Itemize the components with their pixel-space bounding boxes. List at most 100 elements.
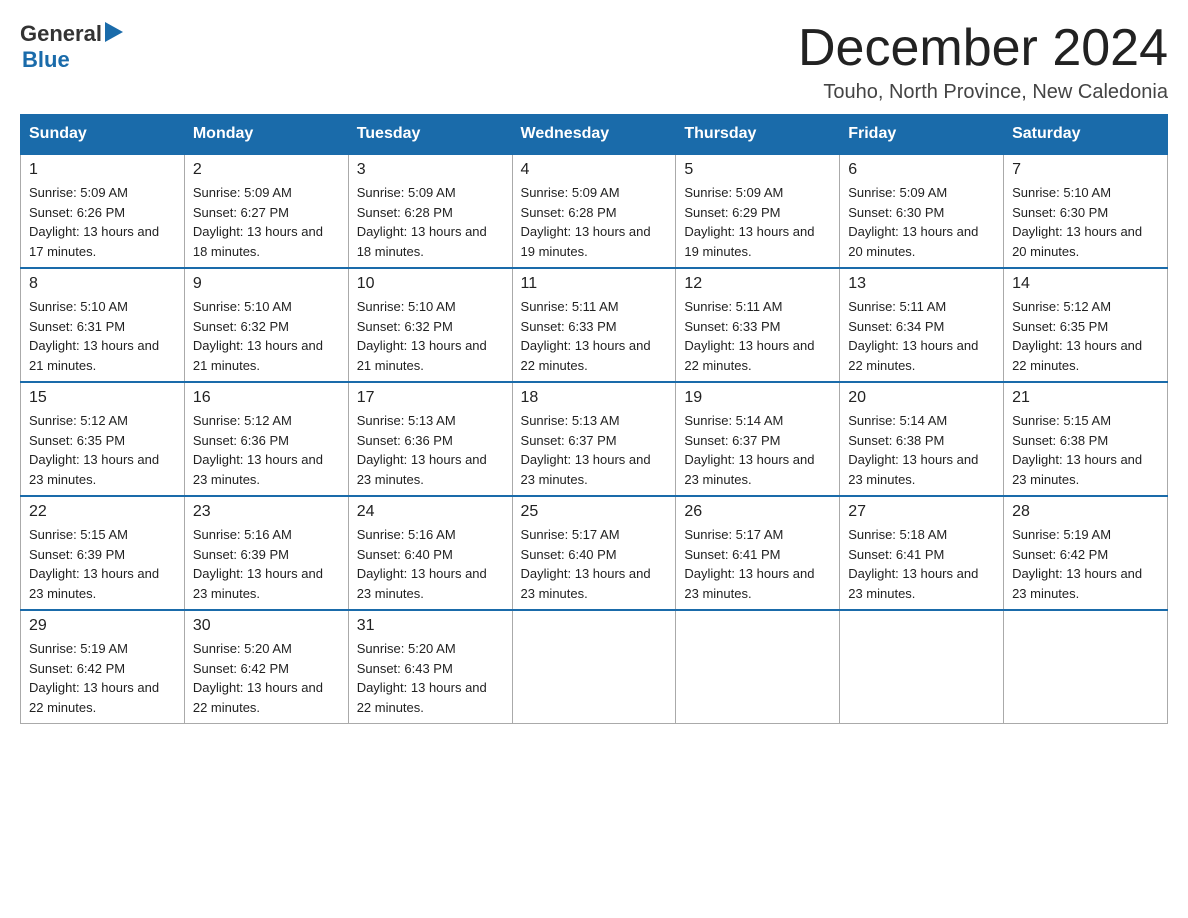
calendar-day-cell: 3 Sunrise: 5:09 AMSunset: 6:28 PMDayligh… bbox=[348, 154, 512, 268]
calendar-day-cell: 21 Sunrise: 5:15 AMSunset: 6:38 PMDaylig… bbox=[1004, 382, 1168, 496]
title-block: December 2024 Touho, North Province, New… bbox=[798, 20, 1168, 104]
day-number: 31 bbox=[357, 617, 504, 635]
day-number: 20 bbox=[848, 389, 995, 407]
day-number: 23 bbox=[193, 503, 340, 521]
calendar-day-cell bbox=[1004, 610, 1168, 724]
calendar-day-cell: 17 Sunrise: 5:13 AMSunset: 6:36 PMDaylig… bbox=[348, 382, 512, 496]
day-info: Sunrise: 5:12 AMSunset: 6:36 PMDaylight:… bbox=[193, 411, 340, 489]
day-number: 29 bbox=[29, 617, 176, 635]
logo-general-text: General bbox=[20, 21, 102, 47]
day-number: 3 bbox=[357, 161, 504, 179]
logo-blue-text: Blue bbox=[22, 47, 123, 73]
day-number: 28 bbox=[1012, 503, 1159, 521]
day-number: 21 bbox=[1012, 389, 1159, 407]
day-info: Sunrise: 5:14 AMSunset: 6:38 PMDaylight:… bbox=[848, 411, 995, 489]
calendar-day-cell: 5 Sunrise: 5:09 AMSunset: 6:29 PMDayligh… bbox=[676, 154, 840, 268]
day-info: Sunrise: 5:16 AMSunset: 6:39 PMDaylight:… bbox=[193, 525, 340, 603]
day-info: Sunrise: 5:10 AMSunset: 6:30 PMDaylight:… bbox=[1012, 183, 1159, 261]
calendar-day-cell: 9 Sunrise: 5:10 AMSunset: 6:32 PMDayligh… bbox=[184, 268, 348, 382]
calendar-week-row: 22 Sunrise: 5:15 AMSunset: 6:39 PMDaylig… bbox=[21, 496, 1168, 610]
day-info: Sunrise: 5:15 AMSunset: 6:38 PMDaylight:… bbox=[1012, 411, 1159, 489]
calendar-table: Sunday Monday Tuesday Wednesday Thursday… bbox=[20, 114, 1168, 724]
calendar-day-cell: 8 Sunrise: 5:10 AMSunset: 6:31 PMDayligh… bbox=[21, 268, 185, 382]
day-info: Sunrise: 5:18 AMSunset: 6:41 PMDaylight:… bbox=[848, 525, 995, 603]
day-number: 14 bbox=[1012, 275, 1159, 293]
day-info: Sunrise: 5:11 AMSunset: 6:33 PMDaylight:… bbox=[684, 297, 831, 375]
calendar-day-cell: 12 Sunrise: 5:11 AMSunset: 6:33 PMDaylig… bbox=[676, 268, 840, 382]
page-header: General Blue December 2024 Touho, North … bbox=[20, 20, 1168, 104]
day-number: 1 bbox=[29, 161, 176, 179]
day-number: 24 bbox=[357, 503, 504, 521]
day-info: Sunrise: 5:11 AMSunset: 6:33 PMDaylight:… bbox=[521, 297, 668, 375]
day-info: Sunrise: 5:10 AMSunset: 6:32 PMDaylight:… bbox=[357, 297, 504, 375]
day-info: Sunrise: 5:20 AMSunset: 6:43 PMDaylight:… bbox=[357, 639, 504, 717]
day-number: 19 bbox=[684, 389, 831, 407]
day-number: 25 bbox=[521, 503, 668, 521]
day-number: 9 bbox=[193, 275, 340, 293]
calendar-week-row: 15 Sunrise: 5:12 AMSunset: 6:35 PMDaylig… bbox=[21, 382, 1168, 496]
day-number: 7 bbox=[1012, 161, 1159, 179]
col-saturday: Saturday bbox=[1004, 115, 1168, 155]
location-title: Touho, North Province, New Caledonia bbox=[798, 81, 1168, 104]
day-number: 16 bbox=[193, 389, 340, 407]
day-number: 30 bbox=[193, 617, 340, 635]
calendar-day-cell: 10 Sunrise: 5:10 AMSunset: 6:32 PMDaylig… bbox=[348, 268, 512, 382]
col-thursday: Thursday bbox=[676, 115, 840, 155]
day-number: 8 bbox=[29, 275, 176, 293]
day-info: Sunrise: 5:17 AMSunset: 6:40 PMDaylight:… bbox=[521, 525, 668, 603]
day-number: 10 bbox=[357, 275, 504, 293]
day-number: 4 bbox=[521, 161, 668, 179]
col-wednesday: Wednesday bbox=[512, 115, 676, 155]
calendar-body: 1 Sunrise: 5:09 AMSunset: 6:26 PMDayligh… bbox=[21, 154, 1168, 724]
calendar-day-cell: 4 Sunrise: 5:09 AMSunset: 6:28 PMDayligh… bbox=[512, 154, 676, 268]
calendar-day-cell: 18 Sunrise: 5:13 AMSunset: 6:37 PMDaylig… bbox=[512, 382, 676, 496]
day-number: 12 bbox=[684, 275, 831, 293]
calendar-day-cell: 22 Sunrise: 5:15 AMSunset: 6:39 PMDaylig… bbox=[21, 496, 185, 610]
day-number: 22 bbox=[29, 503, 176, 521]
calendar-day-cell: 1 Sunrise: 5:09 AMSunset: 6:26 PMDayligh… bbox=[21, 154, 185, 268]
day-info: Sunrise: 5:19 AMSunset: 6:42 PMDaylight:… bbox=[1012, 525, 1159, 603]
col-tuesday: Tuesday bbox=[348, 115, 512, 155]
day-info: Sunrise: 5:10 AMSunset: 6:31 PMDaylight:… bbox=[29, 297, 176, 375]
calendar-day-cell: 6 Sunrise: 5:09 AMSunset: 6:30 PMDayligh… bbox=[840, 154, 1004, 268]
calendar-day-cell: 23 Sunrise: 5:16 AMSunset: 6:39 PMDaylig… bbox=[184, 496, 348, 610]
day-number: 13 bbox=[848, 275, 995, 293]
logo-arrow-icon bbox=[105, 22, 123, 42]
calendar-day-cell: 25 Sunrise: 5:17 AMSunset: 6:40 PMDaylig… bbox=[512, 496, 676, 610]
day-info: Sunrise: 5:11 AMSunset: 6:34 PMDaylight:… bbox=[848, 297, 995, 375]
day-info: Sunrise: 5:09 AMSunset: 6:28 PMDaylight:… bbox=[521, 183, 668, 261]
day-number: 11 bbox=[521, 275, 668, 293]
day-info: Sunrise: 5:15 AMSunset: 6:39 PMDaylight:… bbox=[29, 525, 176, 603]
day-info: Sunrise: 5:09 AMSunset: 6:27 PMDaylight:… bbox=[193, 183, 340, 261]
calendar-week-row: 8 Sunrise: 5:10 AMSunset: 6:31 PMDayligh… bbox=[21, 268, 1168, 382]
calendar-day-cell: 13 Sunrise: 5:11 AMSunset: 6:34 PMDaylig… bbox=[840, 268, 1004, 382]
col-friday: Friday bbox=[840, 115, 1004, 155]
calendar-day-cell: 29 Sunrise: 5:19 AMSunset: 6:42 PMDaylig… bbox=[21, 610, 185, 724]
day-info: Sunrise: 5:09 AMSunset: 6:30 PMDaylight:… bbox=[848, 183, 995, 261]
col-sunday: Sunday bbox=[21, 115, 185, 155]
logo: General Blue bbox=[20, 20, 123, 73]
calendar-day-cell bbox=[840, 610, 1004, 724]
day-info: Sunrise: 5:17 AMSunset: 6:41 PMDaylight:… bbox=[684, 525, 831, 603]
calendar-day-cell: 19 Sunrise: 5:14 AMSunset: 6:37 PMDaylig… bbox=[676, 382, 840, 496]
calendar-day-cell bbox=[676, 610, 840, 724]
day-info: Sunrise: 5:13 AMSunset: 6:37 PMDaylight:… bbox=[521, 411, 668, 489]
day-info: Sunrise: 5:12 AMSunset: 6:35 PMDaylight:… bbox=[1012, 297, 1159, 375]
day-info: Sunrise: 5:13 AMSunset: 6:36 PMDaylight:… bbox=[357, 411, 504, 489]
day-info: Sunrise: 5:09 AMSunset: 6:26 PMDaylight:… bbox=[29, 183, 176, 261]
day-info: Sunrise: 5:20 AMSunset: 6:42 PMDaylight:… bbox=[193, 639, 340, 717]
calendar-day-cell: 20 Sunrise: 5:14 AMSunset: 6:38 PMDaylig… bbox=[840, 382, 1004, 496]
calendar-day-cell bbox=[512, 610, 676, 724]
calendar-day-cell: 24 Sunrise: 5:16 AMSunset: 6:40 PMDaylig… bbox=[348, 496, 512, 610]
day-info: Sunrise: 5:19 AMSunset: 6:42 PMDaylight:… bbox=[29, 639, 176, 717]
day-info: Sunrise: 5:14 AMSunset: 6:37 PMDaylight:… bbox=[684, 411, 831, 489]
col-monday: Monday bbox=[184, 115, 348, 155]
day-number: 5 bbox=[684, 161, 831, 179]
day-info: Sunrise: 5:09 AMSunset: 6:29 PMDaylight:… bbox=[684, 183, 831, 261]
calendar-day-cell: 27 Sunrise: 5:18 AMSunset: 6:41 PMDaylig… bbox=[840, 496, 1004, 610]
calendar-header-row: Sunday Monday Tuesday Wednesday Thursday… bbox=[21, 115, 1168, 155]
day-info: Sunrise: 5:09 AMSunset: 6:28 PMDaylight:… bbox=[357, 183, 504, 261]
calendar-day-cell: 31 Sunrise: 5:20 AMSunset: 6:43 PMDaylig… bbox=[348, 610, 512, 724]
day-number: 6 bbox=[848, 161, 995, 179]
calendar-day-cell: 28 Sunrise: 5:19 AMSunset: 6:42 PMDaylig… bbox=[1004, 496, 1168, 610]
